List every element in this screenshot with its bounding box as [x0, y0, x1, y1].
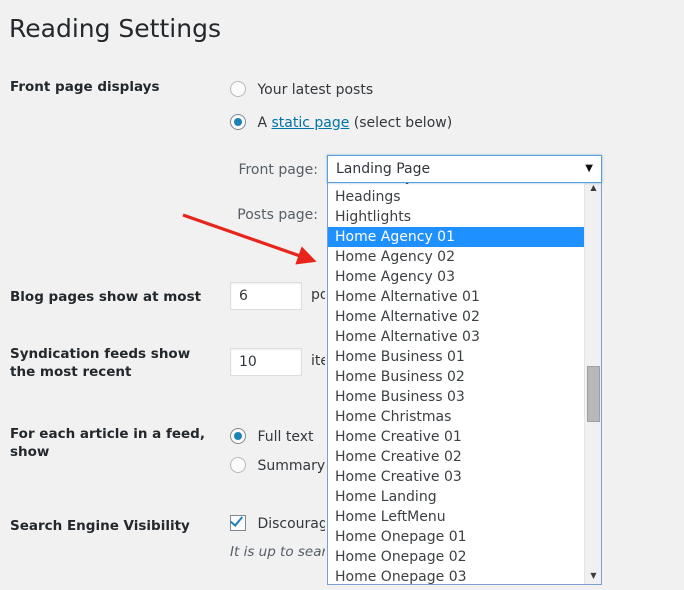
- label-blog-pages-show-at-most: Blog pages show at most: [10, 289, 202, 305]
- dropdown-option[interactable]: Home Alternative 02: [328, 307, 585, 327]
- dropdown-option[interactable]: Home Creative 01: [328, 427, 585, 447]
- checkbox-indicator-discourage[interactable]: [230, 515, 246, 531]
- dropdown-option[interactable]: Home Agency 03: [328, 267, 585, 287]
- checkbox-discourage-search-engines[interactable]: Discourage search engines from indexing …: [230, 515, 325, 535]
- front-page-dropdown-list[interactable]: Header Style 20HeadingsHightlightsHome A…: [327, 178, 602, 585]
- front-page-select[interactable]: Landing Page ▼: [327, 155, 602, 183]
- dropdown-option[interactable]: Home Creative 03: [328, 467, 585, 487]
- dropdown-option-container: Header Style 20HeadingsHightlightsHome A…: [328, 179, 585, 584]
- dropdown-option[interactable]: Home Alternative 01: [328, 287, 585, 307]
- syndication-input[interactable]: 10: [230, 348, 302, 376]
- label-front-page-displays: Front page displays: [10, 79, 160, 95]
- radio-indicator-full-text[interactable]: [230, 428, 246, 444]
- dropdown-option[interactable]: Home Landing: [328, 487, 585, 507]
- static-page-prefix: A: [257, 115, 272, 131]
- label-front-page: Front page:: [238, 162, 318, 178]
- dropdown-option[interactable]: Home Onepage 01: [328, 527, 585, 547]
- syndication-unit: items: [311, 353, 325, 370]
- dropdown-scrollbar[interactable]: ▲ ▼: [584, 179, 601, 584]
- blog-pages-unit: posts: [311, 287, 325, 304]
- chevron-down-icon[interactable]: ▼: [585, 164, 593, 174]
- radio-your-latest-posts[interactable]: Your latest posts: [230, 81, 373, 101]
- dropdown-option[interactable]: Hightlights: [328, 207, 585, 227]
- radio-indicator-latest-posts[interactable]: [230, 81, 246, 97]
- checkbox-label-discourage: Discourage search engines from indexing …: [257, 516, 325, 532]
- label-search-engine-visibility: Search Engine Visibility: [10, 518, 190, 534]
- label-feed-article-show: For each article in a feed, show: [10, 426, 205, 461]
- dropdown-option-viewport[interactable]: Header Style 20HeadingsHightlightsHome A…: [328, 179, 585, 584]
- page-title: Reading Settings: [9, 14, 221, 43]
- radio-label-latest-posts: Your latest posts: [257, 82, 374, 98]
- dropdown-option[interactable]: Home Alternative 03: [328, 327, 585, 347]
- radio-indicator-summary[interactable]: [230, 457, 246, 473]
- dropdown-option[interactable]: Home Christmas: [328, 407, 585, 427]
- dropdown-option[interactable]: Home Agency 02: [328, 247, 585, 267]
- static-page-link[interactable]: static page: [271, 115, 349, 131]
- dropdown-option[interactable]: Headings: [328, 187, 585, 207]
- field-blog-pages-row[interactable]: 6 posts: [230, 282, 325, 310]
- static-page-suffix: (select below): [349, 115, 453, 131]
- dropdown-option[interactable]: Home Business 03: [328, 387, 585, 407]
- hint-search-visibility-text: It is up to search engines to honor this…: [230, 544, 325, 560]
- blog-pages-input[interactable]: 6: [230, 282, 302, 310]
- hint-search-visibility: It is up to search engines to honor this…: [230, 543, 325, 563]
- dropdown-option[interactable]: Home Agency 01: [328, 227, 585, 247]
- scrollbar-thumb[interactable]: [587, 366, 600, 422]
- dropdown-option[interactable]: Home Onepage 03: [328, 567, 585, 584]
- radio-indicator-static-page[interactable]: [230, 114, 246, 130]
- dropdown-option[interactable]: Home Business 01: [328, 347, 585, 367]
- dropdown-option[interactable]: Home LeftMenu: [328, 507, 585, 527]
- radio-summary[interactable]: Summary: [230, 457, 325, 477]
- radio-label-full-text: Full text: [257, 429, 314, 445]
- dropdown-option[interactable]: Home Creative 02: [328, 447, 585, 467]
- label-syndication-feeds: Syndication feeds show the most recent: [10, 346, 191, 381]
- dropdown-option[interactable]: Home Onepage 02: [328, 547, 585, 567]
- radio-full-text[interactable]: Full text: [230, 428, 313, 448]
- field-syndication-row[interactable]: 10 items: [230, 348, 325, 376]
- label-posts-page: Posts page:: [237, 207, 318, 223]
- radio-label-summary: Summary: [257, 458, 326, 474]
- triangle-down-icon[interactable]: ▼: [585, 567, 601, 584]
- dropdown-option[interactable]: Home Business 02: [328, 367, 585, 387]
- radio-a-static-page[interactable]: A static page (select below): [230, 114, 452, 134]
- front-page-select-value: Landing Page: [336, 161, 431, 177]
